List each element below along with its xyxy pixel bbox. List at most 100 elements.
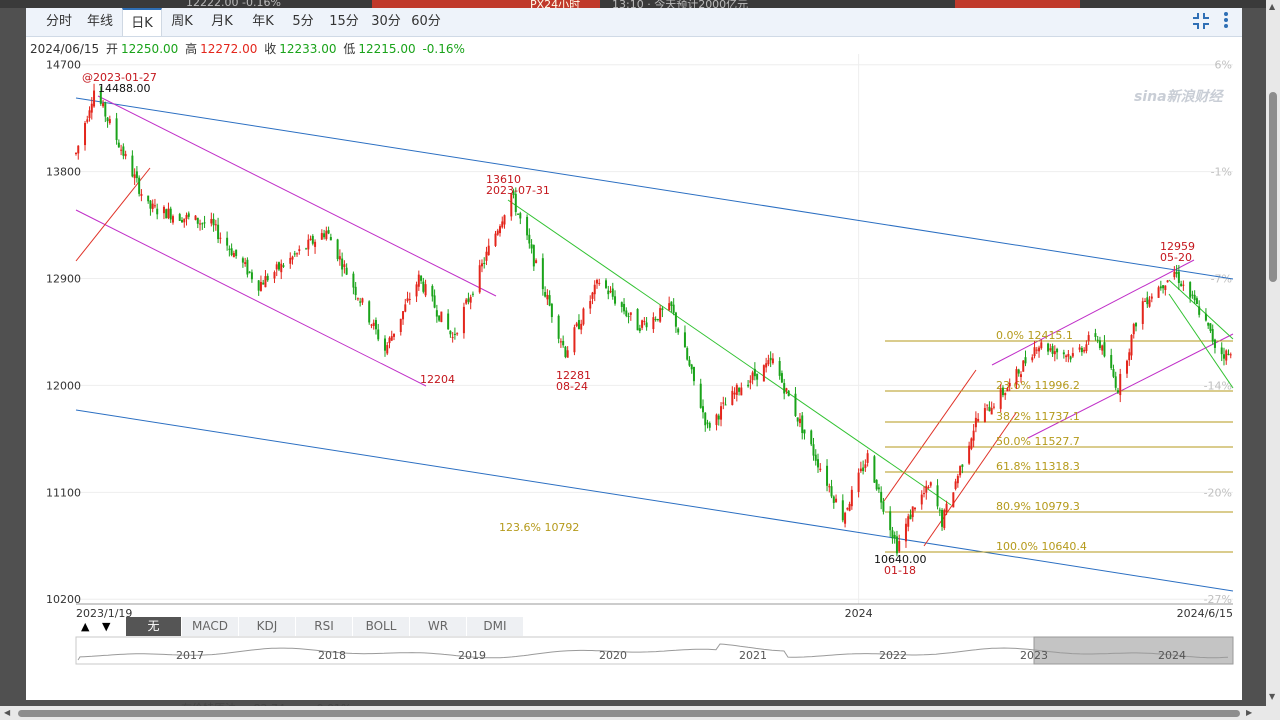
candle-body bbox=[541, 258, 544, 290]
candle-body bbox=[672, 304, 675, 313]
candle-body bbox=[487, 245, 490, 256]
candle-body bbox=[986, 404, 989, 406]
candle-body bbox=[877, 487, 880, 490]
candle-body bbox=[1035, 349, 1038, 351]
annotation-low-value: 12204 bbox=[420, 373, 455, 386]
scroll-up-arrow-icon[interactable]: ▲ bbox=[1269, 2, 1275, 11]
candle-body bbox=[907, 516, 910, 527]
candle-body bbox=[230, 248, 233, 256]
indicator-rsi-button[interactable]: RSI bbox=[296, 617, 353, 636]
candle-body bbox=[582, 308, 585, 325]
indicator-macd-button[interactable]: MACD bbox=[182, 617, 239, 636]
candle-body bbox=[841, 500, 844, 521]
indicator-none-button[interactable]: 无 bbox=[126, 617, 182, 636]
candle-body bbox=[282, 265, 285, 267]
right-axis-tick: 6% bbox=[1215, 59, 1232, 72]
candle-body bbox=[611, 288, 614, 297]
vertical-scrollbar[interactable]: ▲ ▼ bbox=[1266, 0, 1280, 720]
candle-body bbox=[857, 472, 860, 492]
candle-body bbox=[1062, 352, 1065, 355]
candle-body bbox=[882, 501, 885, 512]
navigator-down-button[interactable]: ▼ bbox=[102, 617, 110, 636]
candle-body bbox=[440, 311, 443, 323]
candle-body bbox=[519, 213, 522, 219]
fib-level-label: 61.8% 11318.3 bbox=[996, 460, 1080, 473]
candle-body bbox=[244, 262, 247, 264]
candle-body bbox=[1146, 297, 1149, 305]
candle-body bbox=[453, 333, 456, 335]
candle-body bbox=[643, 320, 646, 322]
candle-body bbox=[783, 383, 786, 394]
candle-body bbox=[1148, 299, 1151, 307]
candle-body bbox=[1098, 340, 1101, 349]
scroll-right-arrow-icon[interactable]: ▶ bbox=[1246, 708, 1252, 717]
candle-body bbox=[1080, 348, 1083, 353]
candle-body bbox=[296, 253, 299, 255]
scroll-left-arrow-icon[interactable]: ◀ bbox=[4, 708, 10, 717]
horizontal-scrollbar[interactable]: ◀ ▶ bbox=[0, 706, 1266, 720]
candle-body bbox=[420, 275, 423, 281]
annotation-high-value: 14488.00 bbox=[98, 82, 151, 95]
candle-body bbox=[738, 387, 741, 392]
candle-body bbox=[356, 298, 359, 300]
candle-body bbox=[970, 438, 973, 449]
candle-body bbox=[133, 174, 136, 179]
indicator-boll-button[interactable]: BOLL bbox=[353, 617, 410, 636]
candle-body bbox=[1101, 345, 1104, 351]
candle-body bbox=[250, 272, 253, 280]
candle-body bbox=[314, 241, 317, 247]
candle-body bbox=[623, 303, 626, 312]
candle-body bbox=[627, 316, 630, 318]
scroll-down-arrow-icon[interactable]: ▼ bbox=[1269, 692, 1275, 701]
vertical-scroll-thumb[interactable] bbox=[1269, 92, 1277, 282]
candle-body bbox=[956, 475, 959, 484]
kline-chart[interactable]: sina新浪财经 14700 6% 13800 -1% 12900 -7% 12000 -14… bbox=[26, 8, 1242, 700]
candle-body bbox=[954, 481, 957, 489]
fib-level-label: 23.6% 11996.2 bbox=[996, 379, 1080, 392]
candle-body bbox=[848, 503, 851, 511]
candle-body bbox=[402, 311, 405, 320]
candle-body bbox=[577, 320, 580, 330]
candle-body bbox=[756, 373, 759, 380]
candle-body bbox=[1132, 324, 1135, 335]
candle-body bbox=[893, 534, 896, 539]
candle-body bbox=[686, 348, 689, 360]
indicator-wr-button[interactable]: WR bbox=[410, 617, 467, 636]
candle-body bbox=[1128, 352, 1131, 361]
candle-body bbox=[501, 221, 504, 228]
navigator-up-button[interactable]: ▲ bbox=[81, 617, 89, 636]
indicator-kdj-button[interactable]: KDJ bbox=[239, 617, 296, 636]
candle-body bbox=[1130, 335, 1133, 356]
candle-body bbox=[336, 239, 339, 260]
candle-body bbox=[810, 430, 813, 445]
horizontal-scroll-thumb[interactable] bbox=[18, 710, 1240, 717]
candle-body bbox=[201, 223, 204, 225]
candle-body bbox=[1225, 350, 1228, 361]
candle-body bbox=[383, 338, 386, 351]
candle-body bbox=[656, 318, 659, 321]
candle-body bbox=[1116, 390, 1119, 393]
candle-body bbox=[341, 258, 344, 270]
candle-body bbox=[659, 308, 662, 322]
candle-body bbox=[438, 315, 441, 321]
candle-body bbox=[165, 209, 168, 219]
candle-body bbox=[911, 506, 914, 518]
candle-body bbox=[1019, 374, 1022, 378]
candle-body bbox=[717, 415, 720, 420]
candle-body bbox=[214, 224, 217, 226]
candle-body bbox=[293, 253, 296, 255]
candle-body bbox=[408, 299, 411, 301]
candle-body bbox=[598, 282, 601, 284]
candle-body bbox=[1204, 313, 1207, 321]
candle-body bbox=[104, 102, 107, 117]
candle-body bbox=[338, 256, 341, 260]
candle-body bbox=[636, 309, 639, 331]
candle-body bbox=[1213, 339, 1216, 348]
candle-body bbox=[289, 257, 292, 264]
candle-body bbox=[327, 230, 330, 234]
indicator-dmi-button[interactable]: DMI bbox=[467, 617, 524, 636]
candle-body bbox=[277, 262, 280, 270]
candle-body bbox=[320, 233, 323, 240]
candle-body bbox=[1222, 354, 1225, 359]
candle-body bbox=[199, 223, 202, 225]
